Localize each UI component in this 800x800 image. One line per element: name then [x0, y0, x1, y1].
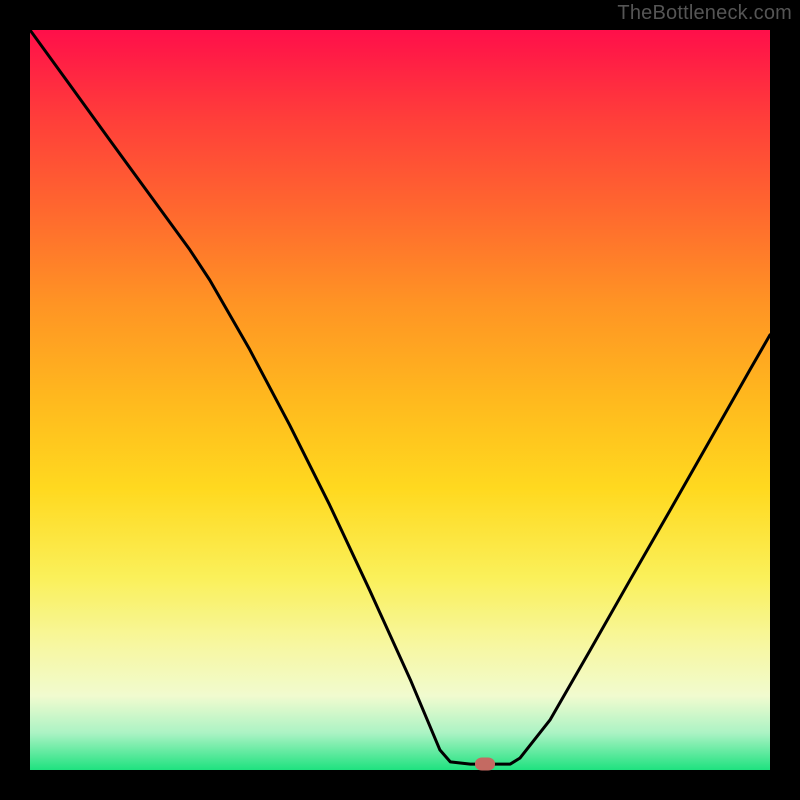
bottleneck-curve: [30, 30, 770, 770]
chart-frame: TheBottleneck.com: [0, 0, 800, 800]
watermark-label: TheBottleneck.com: [617, 2, 792, 25]
optimum-marker: [475, 758, 495, 771]
plot-area: [30, 30, 770, 770]
